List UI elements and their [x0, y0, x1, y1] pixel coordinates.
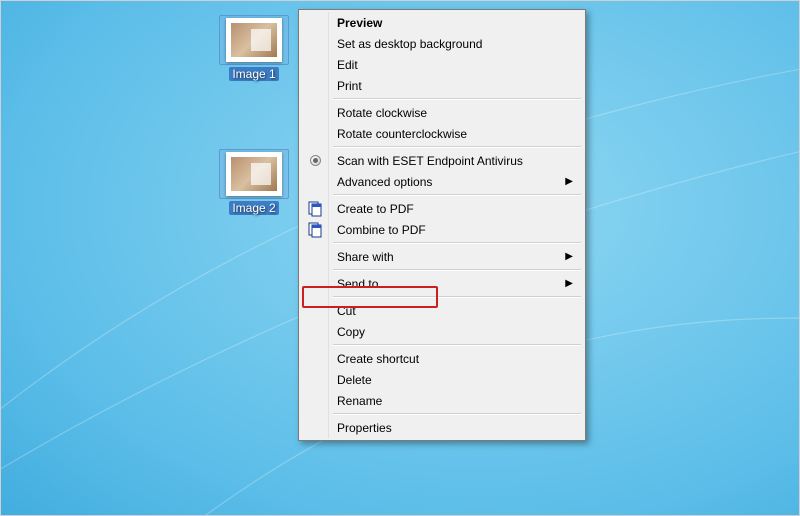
pdf-icon — [307, 222, 323, 238]
menu-label: Share with — [337, 250, 394, 264]
thumbnail — [226, 152, 282, 196]
menu-label: Rotate counterclockwise — [337, 127, 467, 141]
menu-edit[interactable]: Edit — [301, 54, 583, 75]
menu-preview[interactable]: Preview — [301, 12, 583, 33]
menu-rename[interactable]: Rename — [301, 390, 583, 411]
menu-cut[interactable]: Cut — [301, 300, 583, 321]
thumbnail-wrap — [219, 15, 289, 65]
menu-label: Combine to PDF — [337, 223, 426, 237]
menu-set-desktop-background[interactable]: Set as desktop background — [301, 33, 583, 54]
menu-share-with[interactable]: Share with ▶ — [301, 246, 583, 267]
menu-label: Copy — [337, 325, 365, 339]
menu-label: Scan with ESET Endpoint Antivirus — [337, 154, 523, 168]
menu-send-to[interactable]: Send to ▶ — [301, 273, 583, 294]
menu-label: Create to PDF — [337, 202, 414, 216]
desktop-icon-image2[interactable]: Image 2 — [219, 149, 289, 217]
menu-copy[interactable]: Copy — [301, 321, 583, 342]
menu-combine-to-pdf[interactable]: Combine to PDF — [301, 219, 583, 240]
menu-separator — [333, 344, 581, 346]
menu-separator — [333, 146, 581, 148]
menu-delete[interactable]: Delete — [301, 369, 583, 390]
menu-label: Delete — [337, 373, 372, 387]
menu-create-to-pdf[interactable]: Create to PDF — [301, 198, 583, 219]
submenu-arrow-icon: ▶ — [565, 177, 573, 187]
menu-scan-eset[interactable]: Scan with ESET Endpoint Antivirus — [301, 150, 583, 171]
menu-label: Edit — [337, 58, 358, 72]
menu-properties[interactable]: Properties — [301, 417, 583, 438]
menu-separator — [333, 269, 581, 271]
menu-print[interactable]: Print — [301, 75, 583, 96]
menu-label: Preview — [337, 16, 382, 30]
menu-advanced-options[interactable]: Advanced options ▶ — [301, 171, 583, 192]
menu-separator — [333, 242, 581, 244]
menu-create-shortcut[interactable]: Create shortcut — [301, 348, 583, 369]
menu-label: Print — [337, 79, 362, 93]
menu-rotate-clockwise[interactable]: Rotate clockwise — [301, 102, 583, 123]
radio-icon — [307, 153, 323, 169]
submenu-arrow-icon: ▶ — [565, 252, 573, 262]
icon-label: Image 1 — [229, 67, 278, 81]
thumbnail — [226, 18, 282, 62]
menu-label: Rotate clockwise — [337, 106, 427, 120]
menu-label: Rename — [337, 394, 382, 408]
menu-label: Advanced options — [337, 175, 432, 189]
pdf-icon — [307, 201, 323, 217]
thumbnail-wrap — [219, 149, 289, 199]
context-menu: Preview Set as desktop background Edit P… — [298, 9, 586, 441]
menu-label: Properties — [337, 421, 392, 435]
icon-label: Image 2 — [229, 201, 278, 215]
menu-label: Cut — [337, 304, 356, 318]
menu-separator — [333, 194, 581, 196]
menu-label: Send to — [337, 277, 378, 291]
menu-label: Create shortcut — [337, 352, 419, 366]
desktop-icon-image1[interactable]: Image 1 — [219, 15, 289, 83]
menu-rotate-counterclockwise[interactable]: Rotate counterclockwise — [301, 123, 583, 144]
submenu-arrow-icon: ▶ — [565, 279, 573, 289]
menu-separator — [333, 413, 581, 415]
menu-label: Set as desktop background — [337, 37, 482, 51]
menu-separator — [333, 98, 581, 100]
menu-separator — [333, 296, 581, 298]
